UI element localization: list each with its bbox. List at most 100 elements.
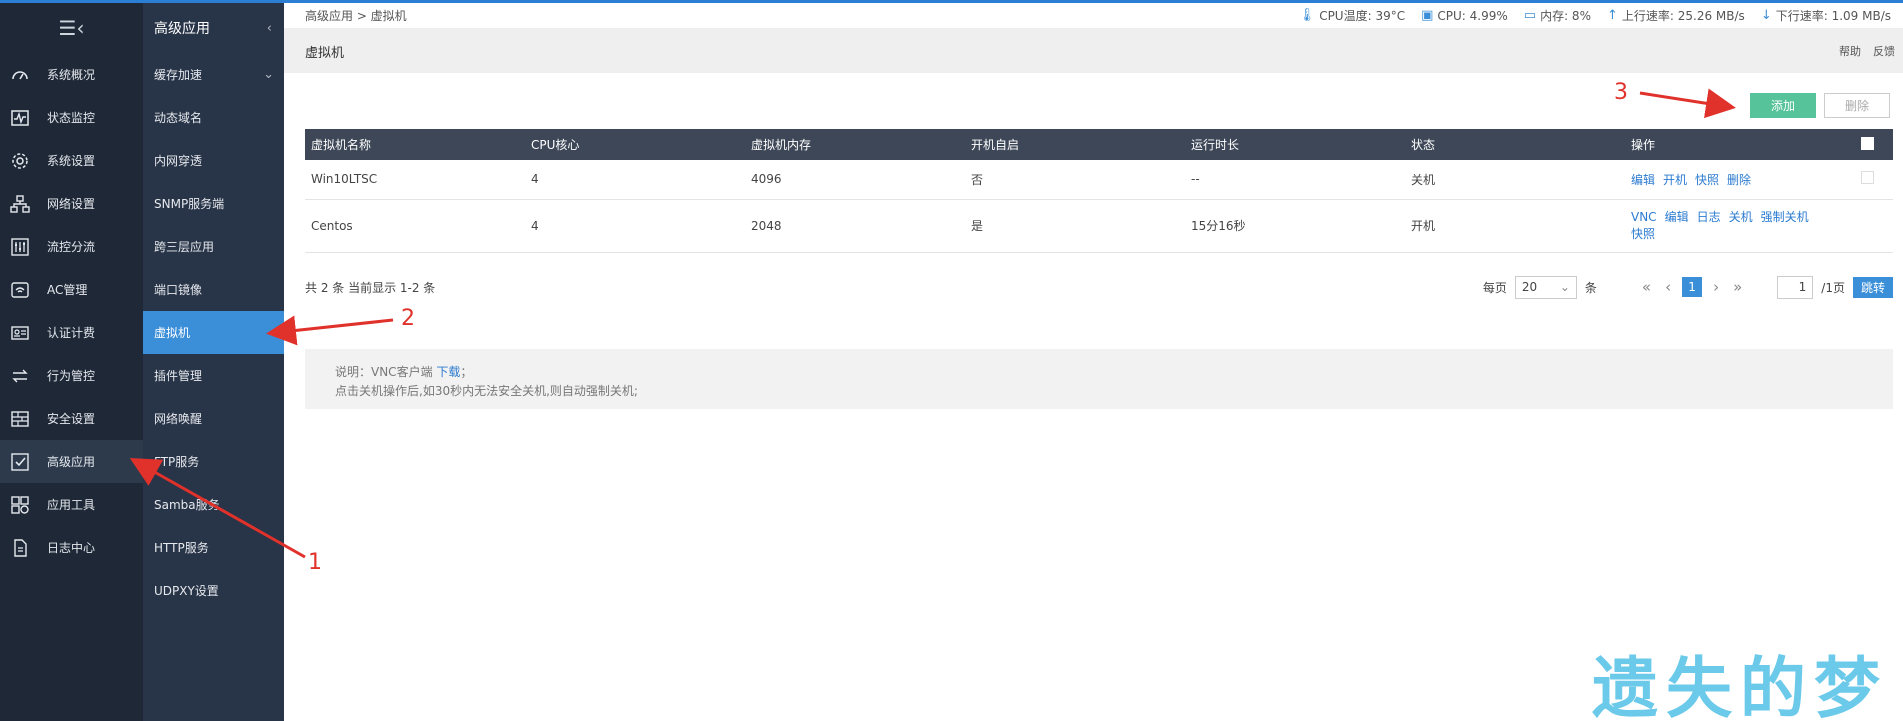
delete-link[interactable]: 删除 [1727, 173, 1751, 187]
nav-item[interactable]: 系统设置 [0, 139, 143, 182]
log-link[interactable]: 日志 [1697, 210, 1721, 224]
arrows-icon [9, 366, 31, 386]
sub-nav-item-label: UDPXY设置 [154, 584, 219, 598]
sub-nav-item-label: 缓存加速 [154, 68, 203, 82]
sub-nav-item[interactable]: SNMP服务端 [143, 182, 284, 225]
page-title: 虚拟机 [305, 45, 345, 61]
last-page-icon[interactable]: » [1730, 278, 1745, 296]
sub-nav-item[interactable]: 插件管理 [143, 354, 284, 397]
note-suffix: ； [460, 365, 473, 379]
feedback-link[interactable]: 反馈 [1873, 43, 1895, 59]
edit-link[interactable]: 编辑 [1631, 173, 1655, 187]
sub-nav-item-label: 插件管理 [154, 369, 203, 383]
per-page-select[interactable]: 20 ⌄ [1514, 275, 1577, 299]
sub-nav-item-label: 跨三层应用 [154, 240, 215, 254]
nav-item[interactable]: 高级应用 [0, 440, 143, 483]
snapshot-link[interactable]: 快照 [1695, 173, 1719, 187]
shutdown-link[interactable]: 关机 [1729, 210, 1753, 224]
sub-nav-item[interactable]: 动态域名 [143, 96, 284, 139]
nav-item-label: 认证计费 [47, 326, 96, 340]
col-name: 虚拟机名称 [305, 129, 525, 160]
chip-icon: ▣ [1421, 8, 1434, 23]
col-status: 状态 [1405, 129, 1625, 160]
vm-mem: 4096 [745, 160, 965, 200]
sub-nav-item[interactable]: UDPXY设置 [143, 569, 284, 612]
current-page[interactable]: 1 [1682, 277, 1703, 297]
sub-nav-item[interactable]: 内网穿透 [143, 139, 284, 182]
chevron-down-icon: ⌄ [263, 67, 274, 82]
nav-item[interactable]: 网络设置 [0, 182, 143, 225]
toolbar: 添加 删除 [284, 73, 1903, 129]
sub-nav-title: 高级应用 [154, 21, 210, 37]
vm-ops: VNC 编辑 日志 关机 强制关机快照 [1625, 199, 1855, 253]
sub-nav-header[interactable]: 高级应用 ‹ [143, 3, 284, 53]
col-select [1855, 129, 1893, 160]
vm-cpu: 4 [525, 160, 745, 200]
nav-item[interactable]: 状态监控 [0, 96, 143, 139]
nav-item-label: 状态监控 [47, 111, 96, 125]
nav-item-label: 高级应用 [47, 455, 96, 469]
nav-item[interactable]: 行为管控 [0, 354, 143, 397]
vm-status: 开机 [1405, 199, 1625, 253]
table-row: Win10LTSC 4 4096 否 -- 关机 编辑 开机 快照 删除 [305, 160, 1893, 200]
memory-stat: ▭ 内存: 8% [1524, 7, 1591, 24]
info-note: 说明：VNC客户端 下载； 点击关机操作后,如30秒内无法安全关机,则自动强制关… [305, 349, 1893, 409]
next-page-icon[interactable]: › [1710, 278, 1722, 296]
add-button[interactable]: 添加 [1750, 93, 1816, 118]
prev-page-icon[interactable]: ‹ [1662, 278, 1674, 296]
cpu-value: CPU: 4.99% [1437, 8, 1508, 23]
sub-nav-item[interactable]: 网络唤醒 [143, 397, 284, 440]
dashboard-icon [9, 65, 31, 85]
col-uptime: 运行时长 [1185, 129, 1405, 160]
nav-item[interactable]: 安全设置 [0, 397, 143, 440]
sub-nav-item[interactable]: 缓存加速 ⌄ [143, 53, 284, 96]
sub-nav-item[interactable]: FTP服务 [143, 440, 284, 483]
start-link[interactable]: 开机 [1663, 173, 1687, 187]
sub-nav-item-label: SNMP服务端 [154, 197, 225, 211]
vnc-download-link[interactable]: 下载 [436, 365, 460, 379]
sub-nav-item[interactable]: HTTP服务 [143, 526, 284, 569]
delete-button[interactable]: 删除 [1824, 93, 1890, 118]
vnc-link[interactable]: VNC [1631, 210, 1657, 224]
arrow-down-icon: ↓ [1760, 8, 1772, 23]
vm-mem: 2048 [745, 199, 965, 253]
nav-item[interactable]: 系统概况 [0, 53, 143, 96]
cpu-temp-stat: 🌡 CPU温度: 39°C [1299, 7, 1405, 24]
first-page-icon[interactable]: « [1639, 278, 1654, 296]
sub-nav-item-label: FTP服务 [154, 455, 200, 469]
snapshot-link[interactable]: 快照 [1631, 227, 1655, 241]
sub-nav-item-label: 动态域名 [154, 111, 203, 125]
nav-item[interactable]: AC管理 [0, 268, 143, 311]
sub-nav-item[interactable]: Samba服务 [143, 483, 284, 526]
page-input[interactable]: 1 [1777, 275, 1814, 299]
force-shutdown-link[interactable]: 强制关机 [1761, 210, 1809, 224]
help-link[interactable]: 帮助 [1839, 43, 1861, 59]
nav-item-label: AC管理 [47, 283, 88, 297]
menu-toggle-icon[interactable]: ☰‹ [0, 3, 143, 53]
sub-nav-item[interactable]: 端口镜像 [143, 268, 284, 311]
edit-link[interactable]: 编辑 [1665, 210, 1689, 224]
vm-autostart: 否 [965, 160, 1185, 200]
sub-nav-item-label: HTTP服务 [154, 541, 209, 555]
row-checkbox[interactable] [1861, 171, 1874, 185]
sub-nav: 高级应用 ‹ 缓存加速 ⌄ 动态域名内网穿透 SNMP服务端 跨三层应用端口镜像 虚拟机插… [143, 3, 284, 721]
pagination: 每页 20 ⌄ 条 « ‹ 1 › » 1 /1页 跳转 [1483, 275, 1893, 299]
nav-item[interactable]: 应用工具 [0, 483, 143, 526]
sub-nav-item[interactable]: 虚拟机 [143, 311, 284, 354]
nav-item-label: 网络设置 [47, 197, 96, 211]
nav-item[interactable]: 日志中心 [0, 526, 143, 569]
col-ops: 操作 [1625, 129, 1855, 160]
jump-button[interactable]: 跳转 [1852, 276, 1893, 298]
select-all-checkbox[interactable] [1861, 136, 1874, 150]
vm-ops: 编辑 开机 快照 删除 [1625, 160, 1855, 200]
row-select [1855, 199, 1893, 253]
collapse-icon[interactable]: ‹ [267, 21, 272, 36]
nav-item[interactable]: 流控分流 [0, 225, 143, 268]
sub-nav-item[interactable]: 跨三层应用 [143, 225, 284, 268]
main-content: 高级应用 > 虚拟机 🌡 CPU温度: 39°C ▣ CPU: 4.99% ▭ 内存:… [284, 3, 1903, 721]
nav-item[interactable]: 认证计费 [0, 311, 143, 354]
nav-item-label: 系统设置 [47, 154, 96, 168]
monitor-icon: ▭ [1523, 8, 1537, 23]
upload-value: 上行速率: 25.26 MB/s [1621, 9, 1745, 23]
col-autostart: 开机自启 [965, 129, 1185, 160]
